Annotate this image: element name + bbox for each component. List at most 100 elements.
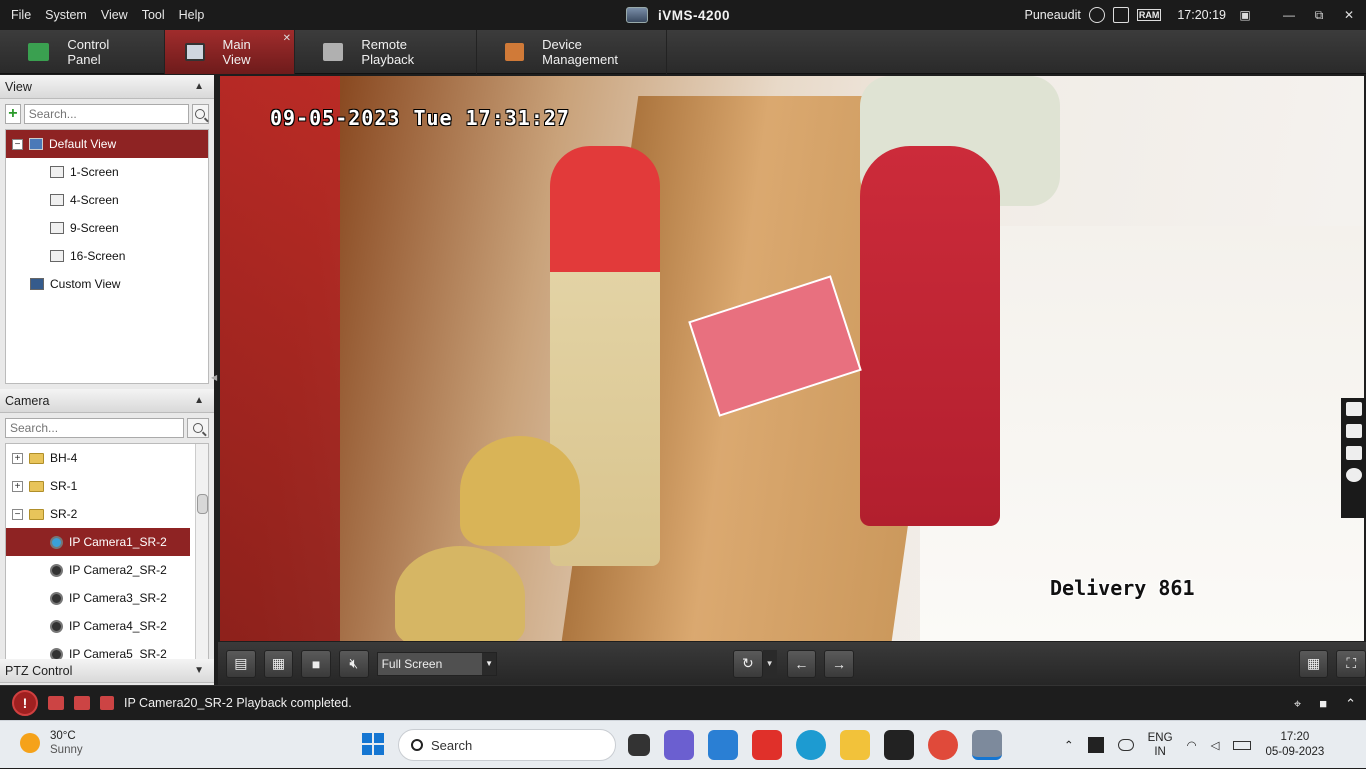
collapse-icon[interactable]: − [12,508,23,520]
tree-item-label: SR-1 [50,479,78,493]
window-division-button[interactable]: ▦ [1298,649,1329,678]
system-tray: ⌃ ENG IN ◠ ◁ 17:20 05-09-2023 [1064,721,1324,769]
tree-item-9-screen[interactable]: 9-Screen [6,214,208,242]
restore-button[interactable]: ⧉ [1308,7,1330,23]
tree-item-default-view[interactable]: − Default View [6,130,208,158]
save-view-button[interactable]: ▤ [226,649,256,678]
cloud-icon[interactable] [1117,739,1134,751]
expand-icon[interactable]: + [12,480,23,492]
menu-tool[interactable]: Tool [135,8,172,22]
stop-all-button[interactable]: ■ [301,649,331,678]
start-button[interactable] [362,733,384,755]
wps-icon[interactable] [752,730,782,760]
lock-icon[interactable]: ▣ [1234,7,1256,23]
view-section-header[interactable]: View ▲ [0,75,214,99]
previous-button[interactable]: ← [786,649,817,678]
ptz-section-header[interactable]: PTZ Control ▼ [0,659,214,683]
live-video[interactable]: 09-05-2023 Tue 17:31:27 Delivery 861 [220,76,1364,641]
tree-camera-4[interactable]: IP Camera4_SR-2 [6,612,208,640]
event-icon[interactable] [74,696,90,710]
camera-icon [50,619,63,633]
osd-timestamp: 09-05-2023 Tue 17:31:27 [270,106,570,130]
chevron-up-icon[interactable]: ⌃ [1064,738,1074,752]
camera-search-input[interactable] [5,418,184,438]
camera-section-header[interactable]: Camera ▲ [0,389,214,413]
ram-icon[interactable]: RAM [1136,9,1162,21]
alarm-icon[interactable]: ! [12,690,38,716]
tree-camera-2[interactable]: IP Camera2_SR-2 [6,556,208,584]
record-icon[interactable] [1345,424,1362,438]
teams-icon[interactable] [664,730,694,760]
chevron-up-icon[interactable]: ▲ [194,395,204,406]
menu-system[interactable]: System [38,8,94,22]
tab-remote-playback[interactable]: Remote Playback [295,30,477,74]
language-indicator[interactable]: ENG IN [1148,731,1173,759]
taskbar-clock[interactable]: 17:20 05-09-2023 [1265,730,1324,760]
battery-icon[interactable] [1233,740,1252,750]
auto-switch-button[interactable]: ↻ [733,649,763,678]
screen-mode-select[interactable]: Full Screen ▼ [376,651,498,676]
view-search-button[interactable] [191,104,209,124]
mute-button[interactable]: 🔇︎ [338,649,369,678]
file-explorer-icon[interactable] [840,730,870,760]
module-tabs: Control Panel Main View ✕ Remote Playbac… [0,30,1366,74]
collapse-icon[interactable]: − [12,138,23,150]
weather-widget[interactable]: 30°C Sunny [20,729,83,756]
tab-main-view[interactable]: Main View ✕ [165,30,295,74]
tree-item-16-screen[interactable]: 16-Screen [6,242,208,270]
window-icon[interactable] [1345,446,1362,460]
tree-group-sr-2[interactable]: − SR-2 [6,500,208,528]
edge-icon[interactable] [796,730,826,760]
weather-temp: 30°C [50,730,76,742]
volume-icon[interactable]: ◁ [1211,738,1220,752]
tree-group-sr-1[interactable]: + SR-1 [6,472,208,500]
chevron-down-icon[interactable]: ▼ [482,652,497,675]
tree-item-1-screen[interactable]: 1-Screen [6,158,208,186]
scroll-thumb[interactable] [197,494,208,514]
folder-icon [29,480,44,492]
view-search-input[interactable] [23,104,189,124]
minimize-button[interactable]: — [1278,7,1300,23]
camera-tree-scrollbar[interactable] [195,444,208,668]
ivms-app-icon[interactable] [972,730,1002,760]
expand-icon[interactable]: + [12,452,23,464]
taskbar-search[interactable]: Search [398,729,616,761]
next-button[interactable]: → [824,649,854,678]
fullscreen-button[interactable]: ⛶ [1336,649,1366,678]
chevron-up-icon[interactable]: ▲ [194,81,204,92]
alarm-sound-icon[interactable] [48,696,64,710]
menu-file[interactable]: File [4,8,38,22]
chevron-down-icon[interactable]: ▼ [762,649,777,678]
add-view-button[interactable]: + [5,104,21,124]
store-icon[interactable] [708,730,738,760]
tray-app-icon[interactable] [1087,737,1104,753]
wifi-icon[interactable]: ◠ [1187,738,1197,752]
camera-snapshot-icon[interactable] [1345,402,1362,416]
tree-item-4-screen[interactable]: 4-Screen [6,186,208,214]
task-view-icon[interactable] [628,734,650,756]
menu-help[interactable]: Help [172,8,212,22]
menu-view[interactable]: View [94,8,135,22]
tree-group-bh-4[interactable]: + BH-4 [6,444,208,472]
tab-control-panel[interactable]: Control Panel [0,30,165,74]
chrome-icon[interactable] [928,730,958,760]
cpu-icon[interactable] [1112,7,1129,23]
globe-icon[interactable] [1088,7,1105,23]
close-button[interactable]: ✕ [1338,7,1360,23]
chevron-down-icon[interactable]: ▼ [194,665,204,676]
tree-item-custom-view[interactable]: Custom View [6,270,208,298]
camera-header-label: Camera [5,393,50,408]
camera-search-button[interactable] [187,418,209,438]
window-icon[interactable]: ■ [1319,696,1327,711]
chevron-up-icon[interactable]: ⌃ [1345,696,1356,712]
tree-camera-3[interactable]: IP Camera3_SR-2 [6,584,208,612]
gear-icon[interactable] [1345,468,1362,482]
sticky-notes-icon[interactable] [884,730,914,760]
username[interactable]: Puneaudit [1025,8,1081,22]
tree-camera-1[interactable]: IP Camera1_SR-2 [6,528,190,556]
collapse-panel-icon[interactable]: ◀ [211,373,217,382]
save-as-view-button[interactable]: ▦ [263,649,294,678]
pin-icon[interactable]: ⌖ [1294,696,1301,712]
close-icon[interactable]: ✕ [283,33,291,44]
tab-device-management[interactable]: Device Management [477,30,667,74]
